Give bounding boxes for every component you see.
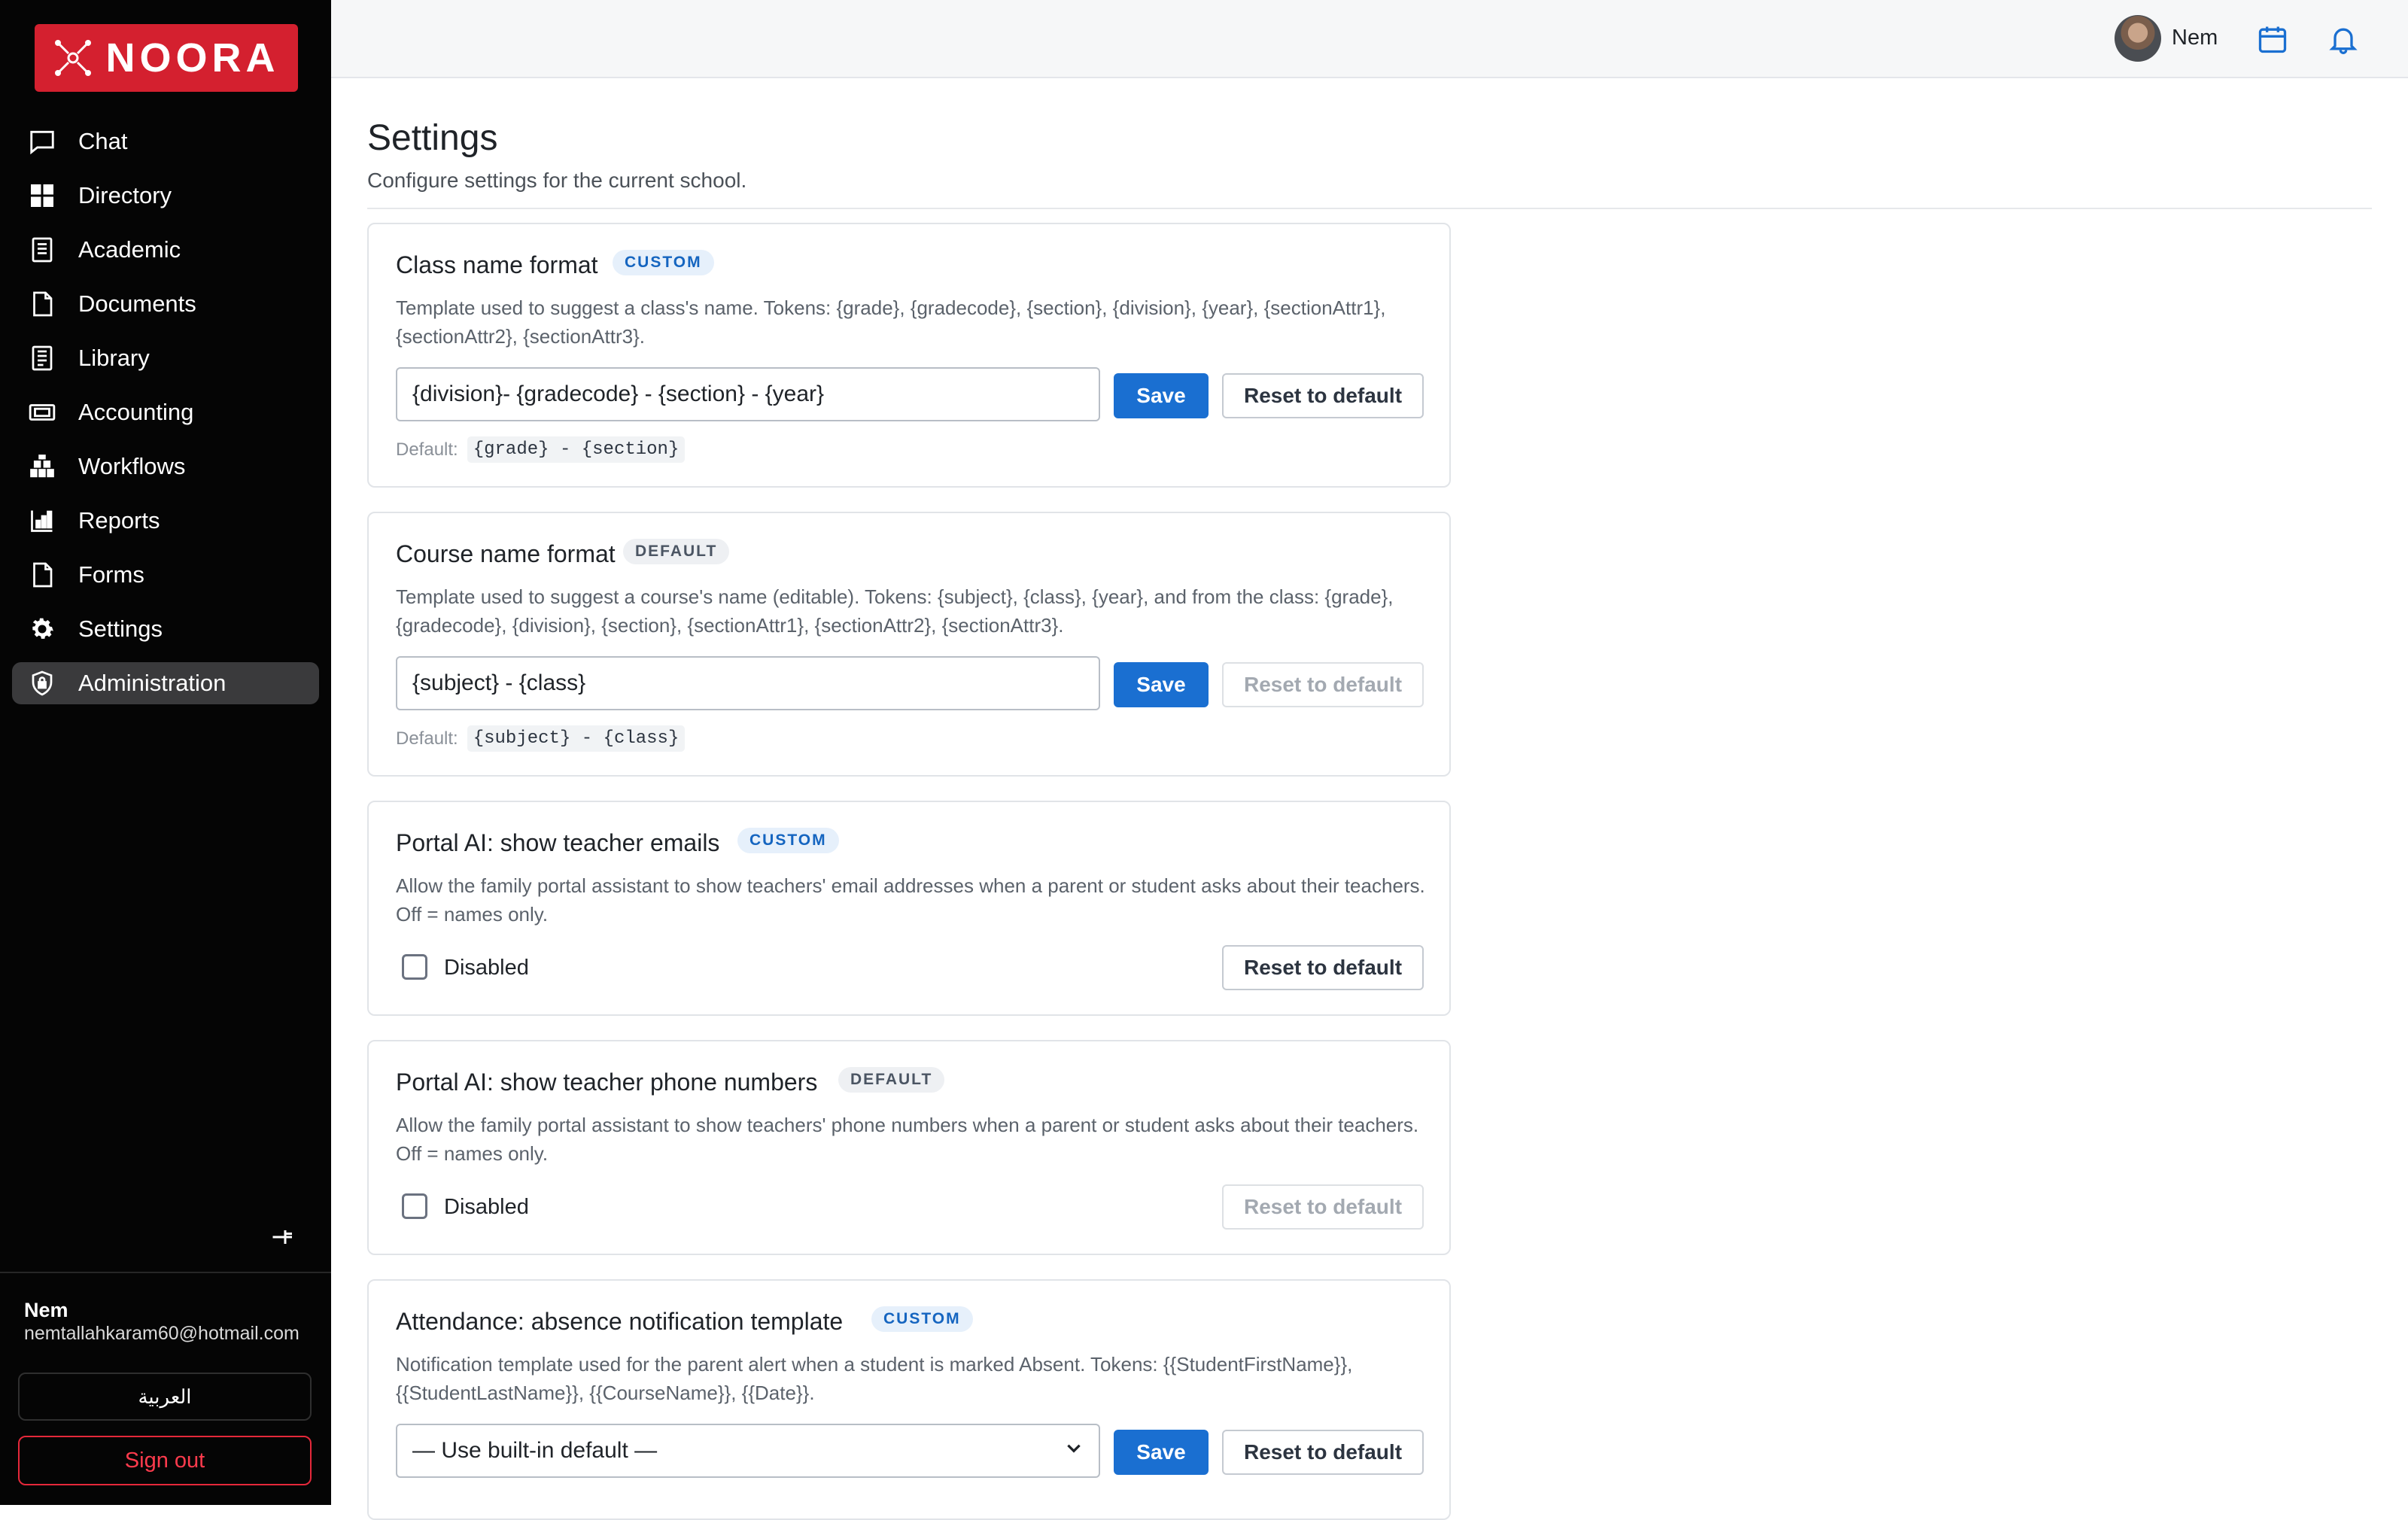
save-button[interactable]: Save <box>1114 662 1209 707</box>
checkbox-label: Disabled <box>444 1195 529 1219</box>
setting-description: Template used to suggest a class's name.… <box>396 296 1386 348</box>
status-badge: CUSTOM <box>737 828 839 853</box>
sidebar-item-chat[interactable]: Chat <box>12 120 319 163</box>
money-icon <box>27 397 57 427</box>
selected-option: — Use built-in default — <box>412 1438 658 1463</box>
sidebar-divider <box>0 1272 331 1273</box>
class-name-format-input[interactable] <box>396 367 1100 421</box>
setting-description: Template used to suggest a course's name… <box>396 585 1394 637</box>
chat-icon <box>27 126 57 157</box>
chevron-down-icon <box>1064 1438 1084 1464</box>
sidebar-item-academic[interactable]: Academic <box>12 229 319 271</box>
reset-to-default-button[interactable]: Reset to default <box>1222 1184 1424 1230</box>
workflow-icon <box>27 451 57 482</box>
sidebar-item-label: Directory <box>78 182 172 208</box>
grid-icon <box>27 181 57 211</box>
sidebar-item-label: Academic <box>78 236 181 263</box>
sidebar-item-library[interactable]: Library <box>12 337 319 379</box>
gear-icon <box>27 614 57 644</box>
collapse-sidebar-button[interactable] <box>265 1219 301 1255</box>
status-badge: CUSTOM <box>871 1306 973 1332</box>
checkbox-label: Disabled <box>444 956 529 980</box>
setting-title: Attendance: absence notification templat… <box>396 1308 844 1335</box>
sidebar-item-label: Accounting <box>78 399 194 425</box>
portal-ai-phones-checkbox[interactable] <box>402 1193 427 1219</box>
sidebar-item-label: Forms <box>78 561 144 588</box>
sign-out-button[interactable]: Sign out <box>18 1436 312 1485</box>
reset-to-default-button[interactable]: Reset to default <box>1222 373 1424 418</box>
sidebar-item-workflows[interactable]: Workflows <box>12 445 319 488</box>
sidebar-user-name: Nem <box>24 1299 68 1321</box>
sidebar-item-documents[interactable]: Documents <box>12 283 319 325</box>
top-user-name[interactable]: Nem <box>2172 26 2218 50</box>
chart-icon <box>27 506 57 536</box>
default-label: Default: <box>396 728 458 749</box>
sidebar-nav: Chat Directory Academic Documents Librar… <box>12 120 319 716</box>
noora-logo[interactable]: NOORA <box>35 24 298 92</box>
course-name-format-input[interactable] <box>396 656 1100 710</box>
setting-card-portal-ai-phones: Portal AI: show teacher phone numbers DE… <box>367 1040 1451 1255</box>
default-value-line: Default: {grade} - {section} <box>396 436 686 463</box>
default-value-line: Default: {subject} - {class} <box>396 725 686 752</box>
default-value: {subject} - {class} <box>467 725 686 752</box>
top-bar <box>331 0 2408 78</box>
calendar-icon[interactable] <box>2256 23 2289 56</box>
sidebar-item-directory[interactable]: Directory <box>12 175 319 217</box>
status-badge: CUSTOM <box>613 250 714 275</box>
setting-title: Class name format <box>396 251 598 278</box>
save-button[interactable]: Save <box>1114 373 1209 418</box>
setting-card-portal-ai-emails: Portal AI: show teacher emails CUSTOM Al… <box>367 801 1451 1016</box>
sidebar-item-forms[interactable]: Forms <box>12 554 319 596</box>
setting-card-class-name-format: Class name format CUSTOM Template used t… <box>367 223 1451 488</box>
setting-title: Portal AI: show teacher emails <box>396 829 720 856</box>
reset-to-default-button[interactable]: Reset to default <box>1222 662 1424 707</box>
document-icon <box>27 289 57 319</box>
sidebar: NOORA Chat Directory Academic Documents <box>0 0 331 1505</box>
title-divider <box>367 208 2372 209</box>
page-subtitle: Configure settings for the current schoo… <box>367 169 747 192</box>
brand-name: NOORA <box>105 35 280 81</box>
reset-to-default-button[interactable]: Reset to default <box>1222 945 1424 990</box>
sidebar-item-label: Reports <box>78 507 160 534</box>
form-icon <box>27 560 57 590</box>
setting-description: Allow the family portal assistant to sho… <box>396 1114 1419 1165</box>
book-icon <box>27 235 57 265</box>
sidebar-item-accounting[interactable]: Accounting <box>12 391 319 433</box>
setting-description: Notification template used for the paren… <box>396 1353 1353 1404</box>
setting-description: Allow the family portal assistant to sho… <box>396 874 1425 926</box>
portal-ai-emails-checkbox[interactable] <box>402 954 427 980</box>
sidebar-item-label: Library <box>78 345 150 371</box>
status-badge: DEFAULT <box>623 539 730 564</box>
bell-icon[interactable] <box>2327 23 2360 56</box>
sidebar-item-label: Chat <box>78 128 128 154</box>
sidebar-item-reports[interactable]: Reports <box>12 500 319 542</box>
sidebar-item-label: Workflows <box>78 453 186 479</box>
reset-to-default-button[interactable]: Reset to default <box>1222 1430 1424 1475</box>
page-title: Settings <box>367 118 498 158</box>
sidebar-item-label: Settings <box>78 616 163 642</box>
setting-title: Portal AI: show teacher phone numbers <box>396 1069 818 1096</box>
avatar[interactable] <box>2115 15 2161 62</box>
library-icon <box>27 343 57 373</box>
language-toggle-button[interactable]: العربية <box>18 1373 312 1421</box>
shield-lock-icon <box>27 668 57 698</box>
absence-template-select[interactable]: — Use built-in default — <box>396 1424 1100 1478</box>
save-button[interactable]: Save <box>1114 1430 1209 1475</box>
sidebar-item-label: Documents <box>78 290 196 317</box>
setting-title: Course name format <box>396 540 616 567</box>
sidebar-item-label: Administration <box>78 670 227 696</box>
setting-card-course-name-format: Course name format DEFAULT Template used… <box>367 512 1451 777</box>
default-label: Default: <box>396 439 458 460</box>
setting-card-absence-notification: Attendance: absence notification templat… <box>367 1279 1451 1520</box>
status-badge: DEFAULT <box>838 1067 945 1093</box>
logo-mark-icon <box>54 40 91 76</box>
sidebar-item-settings[interactable]: Settings <box>12 608 319 650</box>
sidebar-user-email: nemtallahkaram60@hotmail.com <box>24 1323 299 1344</box>
default-value: {grade} - {section} <box>467 436 686 463</box>
pin-icon <box>272 1230 292 1244</box>
sidebar-item-administration[interactable]: Administration <box>12 662 319 704</box>
